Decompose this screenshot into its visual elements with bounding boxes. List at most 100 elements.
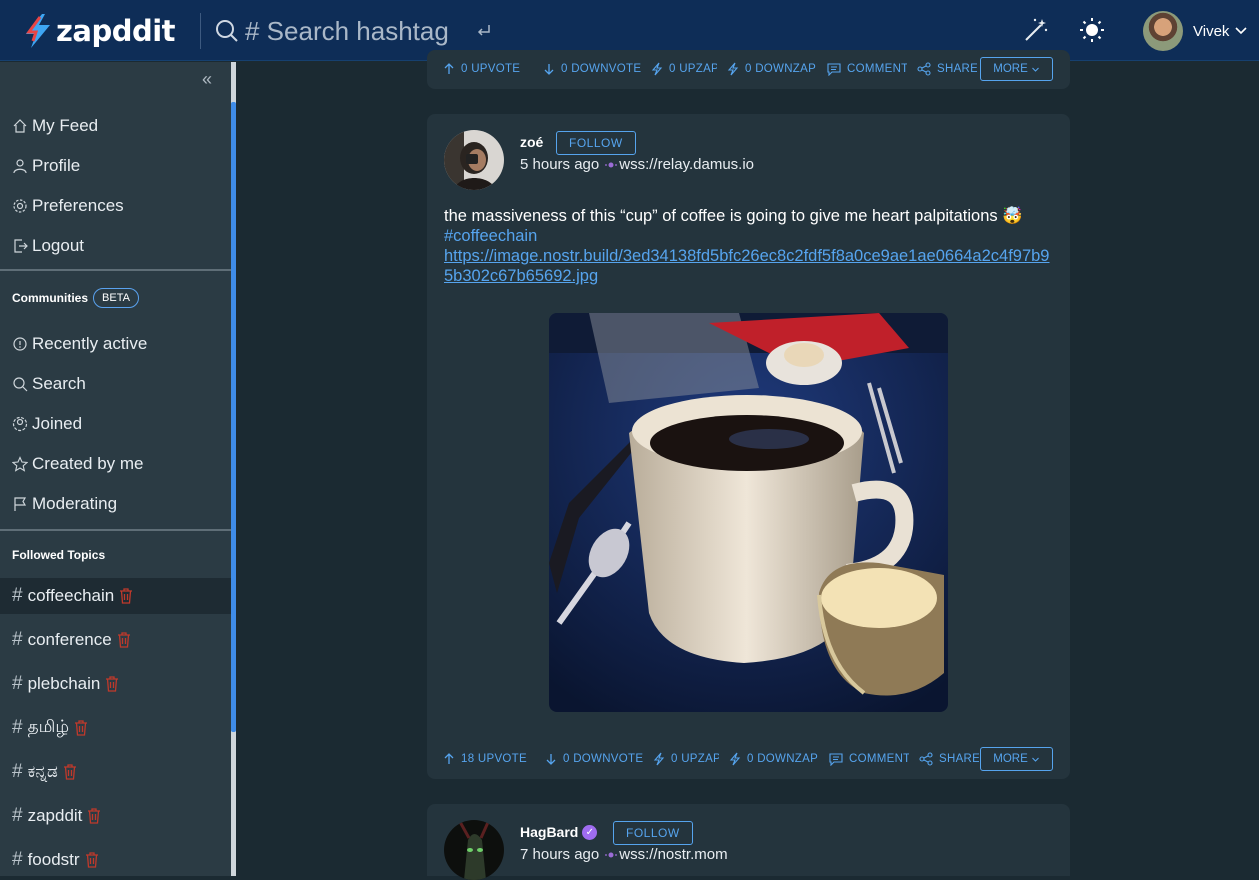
hashtag-icon: # xyxy=(12,761,23,782)
communities-title: Communities xyxy=(12,291,89,305)
comment-button[interactable]: COMMENT xyxy=(827,62,907,76)
post-meta: 7 hours ago wss://nostr.mom xyxy=(520,846,728,863)
sidebar-item-my-feed[interactable]: My Feed xyxy=(12,114,98,138)
people-icon xyxy=(12,416,28,432)
avatar xyxy=(1143,11,1183,51)
topic-item[interactable]: # plebchain xyxy=(0,666,231,702)
sidebar-item-search[interactable]: Search xyxy=(12,372,86,396)
chevron-down-icon xyxy=(1031,757,1039,762)
beta-badge: BETA xyxy=(93,288,139,308)
user-menu[interactable]: Vivek xyxy=(1143,11,1248,51)
author-avatar[interactable] xyxy=(444,130,504,190)
search-input[interactable] xyxy=(245,15,475,47)
sidebar-item-label: Moderating xyxy=(32,494,118,513)
post-card: HagBard ✓ FOLLOW 7 hours ago wss://nostr… xyxy=(427,804,1070,880)
flag-icon xyxy=(14,497,27,511)
trash-icon[interactable] xyxy=(105,676,119,692)
sidebar-item-joined[interactable]: Joined xyxy=(12,412,82,436)
relay-url[interactable]: wss://nostr.mom xyxy=(619,846,727,863)
post-time: 7 hours ago xyxy=(520,846,600,863)
sidebar-item-label: Logout xyxy=(32,236,84,255)
share-button[interactable]: SHARE xyxy=(919,752,979,766)
trash-icon[interactable] xyxy=(74,720,88,736)
share-icon xyxy=(917,62,931,76)
comment-button[interactable]: COMMENT xyxy=(829,752,909,766)
upzap-button[interactable]: 0 UPZAP xyxy=(653,752,719,766)
upvote-button[interactable]: 0 UPVOTE xyxy=(443,63,533,75)
topic-label: coffeechain xyxy=(27,586,115,605)
trash-icon[interactable] xyxy=(63,764,77,780)
lightning-icon xyxy=(653,752,665,766)
magic-wand-button[interactable] xyxy=(1022,16,1050,44)
chevron-down-icon xyxy=(1235,27,1247,35)
more-button[interactable]: MORE xyxy=(980,57,1053,81)
topic-item[interactable]: # ಕನ್ನಡ xyxy=(0,754,231,790)
sidebar-item-logout[interactable]: Logout xyxy=(12,234,84,258)
sidebar-item-label: Created by me xyxy=(32,454,144,473)
author-photo xyxy=(444,820,504,880)
sidebar: « My Feed Profile Preferences Logout Com… xyxy=(0,62,236,876)
topic-item[interactable]: # conference xyxy=(0,622,231,658)
logo[interactable]: zapddit xyxy=(22,13,176,49)
trash-icon[interactable] xyxy=(85,852,99,868)
relay-icon xyxy=(605,852,618,857)
trash-icon[interactable] xyxy=(117,632,131,648)
hashtag-icon: # xyxy=(12,849,23,870)
sidebar-item-profile[interactable]: Profile xyxy=(12,154,80,178)
follow-button[interactable]: FOLLOW xyxy=(556,131,636,155)
downvote-button[interactable]: 0 DOWNVOTE xyxy=(543,63,641,75)
sidebar-item-label: Search xyxy=(32,374,86,393)
sidebar-item-label: Preferences xyxy=(32,196,124,215)
post-actions: 18 UPVOTE 0 DOWNVOTE 0 UPZAP 0 DOWNZAP C… xyxy=(443,747,989,771)
comment-icon xyxy=(827,63,841,76)
topic-item[interactable]: # foodstr xyxy=(0,842,231,878)
trash-icon[interactable] xyxy=(87,808,101,824)
hashtag-icon: # xyxy=(12,673,23,694)
topic-item[interactable]: # தமிழ் xyxy=(0,710,231,746)
alert-circle-icon xyxy=(13,337,27,351)
post-time: 5 hours ago xyxy=(520,156,600,173)
author-name-row: HagBard ✓ xyxy=(520,824,598,840)
sidebar-item-preferences[interactable]: Preferences xyxy=(12,194,124,218)
post-image-link[interactable]: https://image.nostr.build/3ed34138fd5bfc… xyxy=(444,246,1056,286)
logo-text: zapddit xyxy=(56,14,176,48)
author-name[interactable]: zoé xyxy=(520,134,543,150)
trash-icon[interactable] xyxy=(119,588,133,604)
author-avatar[interactable] xyxy=(444,820,504,880)
share-icon xyxy=(919,752,933,766)
topic-label: தமிழ் xyxy=(27,717,70,736)
sidebar-scrollbar-thumb[interactable] xyxy=(231,102,236,732)
hashtag-icon: # xyxy=(12,629,23,650)
followed-topics-heading: Followed Topics xyxy=(12,548,105,562)
communities-heading: Communities BETA xyxy=(12,288,139,308)
share-button[interactable]: SHARE xyxy=(917,62,977,76)
theme-toggle-button[interactable] xyxy=(1078,16,1106,44)
user-icon xyxy=(13,159,27,174)
downvote-button[interactable]: 0 DOWNVOTE xyxy=(545,753,643,765)
lightning-icon xyxy=(729,752,741,766)
sidebar-item-moderating[interactable]: Moderating xyxy=(12,492,117,516)
hashtag-icon: # xyxy=(12,805,23,826)
topic-item[interactable]: # zapddit xyxy=(0,798,231,834)
relay-url[interactable]: wss://relay.damus.io xyxy=(619,156,754,173)
search-bar[interactable] xyxy=(215,14,515,48)
sidebar-item-created-by-me[interactable]: Created by me xyxy=(12,452,144,476)
upvote-button[interactable]: 18 UPVOTE xyxy=(443,753,535,765)
author-photo xyxy=(444,130,504,190)
downzap-button[interactable]: 0 DOWNZAP xyxy=(729,752,819,766)
author-name[interactable]: HagBard xyxy=(520,824,578,840)
follow-button[interactable]: FOLLOW xyxy=(613,821,693,845)
downzap-button[interactable]: 0 DOWNZAP xyxy=(727,62,817,76)
magic-wand-icon xyxy=(1025,18,1048,41)
post-image[interactable] xyxy=(549,313,948,712)
more-button[interactable]: MORE xyxy=(980,747,1053,771)
upzap-button[interactable]: 0 UPZAP xyxy=(651,62,717,76)
post-hashtag-link[interactable]: #coffeechain xyxy=(444,226,1056,246)
topic-label: conference xyxy=(27,630,112,649)
arrow-down-icon xyxy=(544,64,554,75)
post-text: the massiveness of this “cup” of coffee … xyxy=(444,207,1023,225)
topic-item[interactable]: # coffeechain xyxy=(0,578,231,614)
collapse-sidebar-icon[interactable]: « xyxy=(202,70,224,88)
sidebar-item-recently-active[interactable]: Recently active xyxy=(12,332,147,356)
sidebar-item-label: Joined xyxy=(32,414,83,433)
